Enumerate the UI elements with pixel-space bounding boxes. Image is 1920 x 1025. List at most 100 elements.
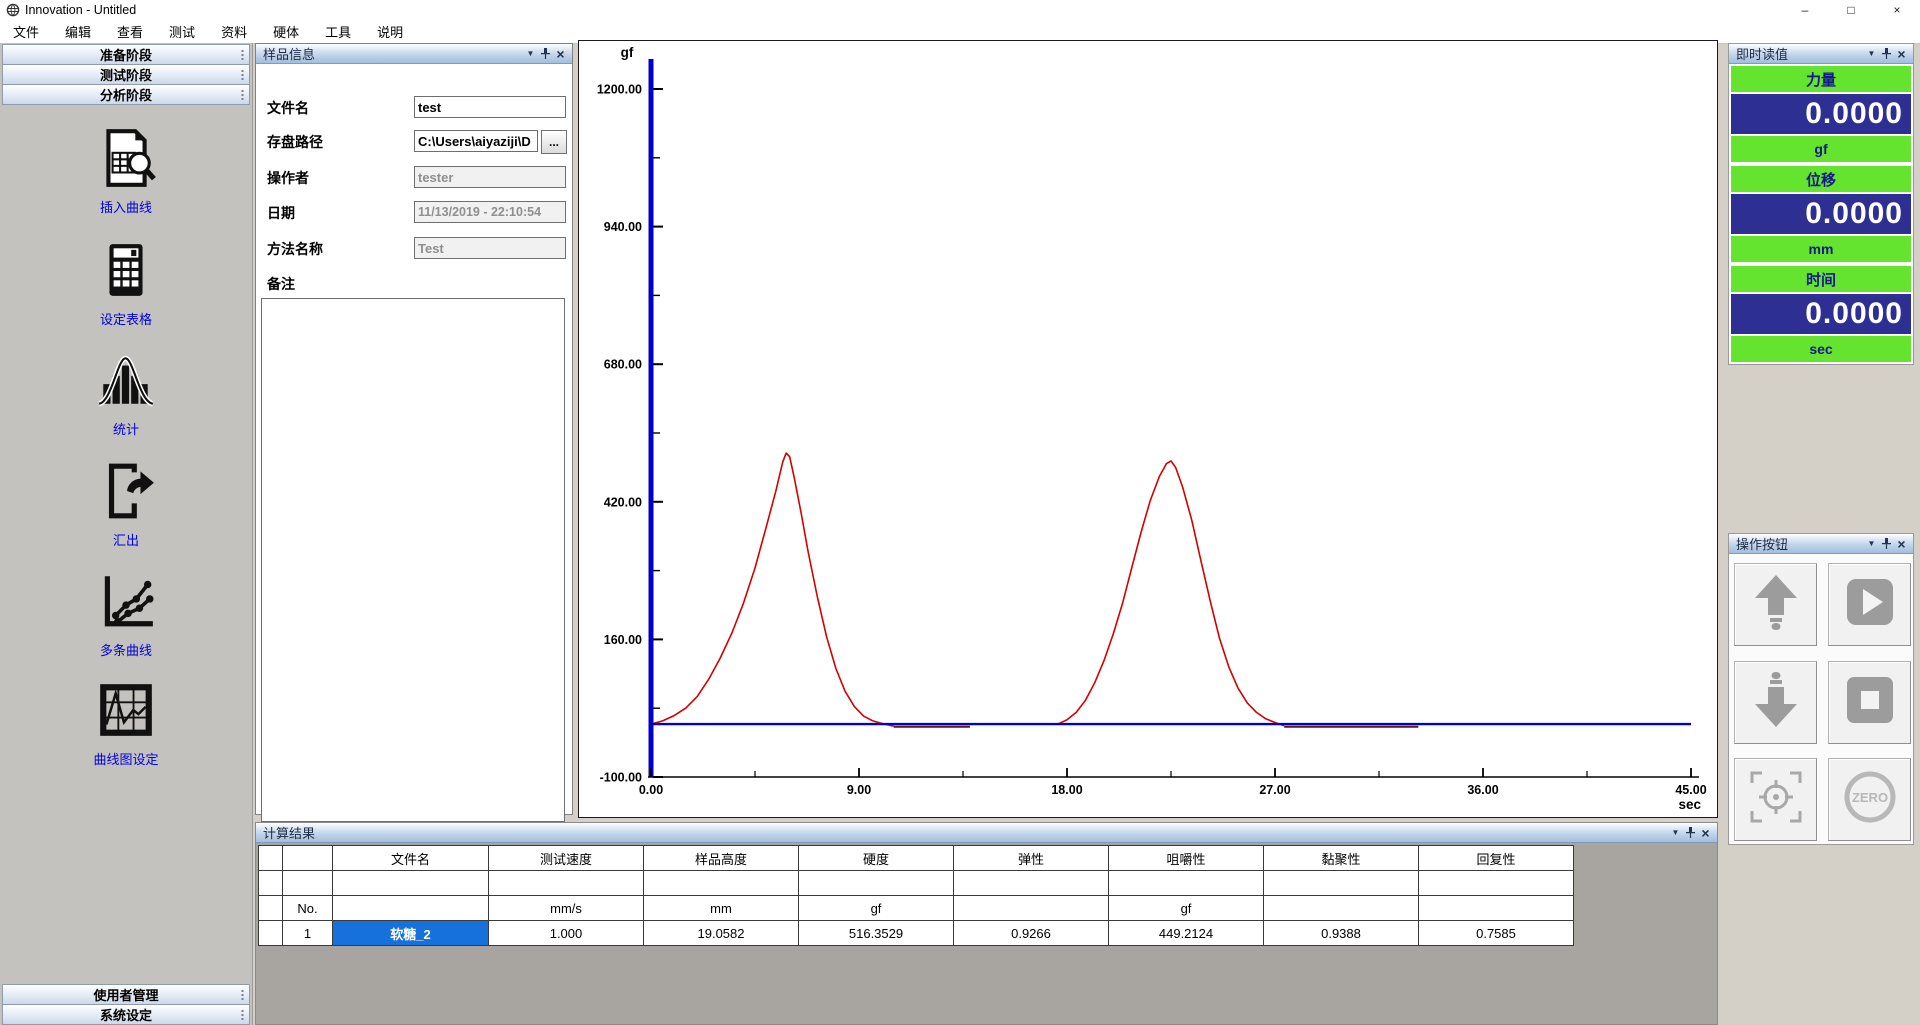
tool-insert-curve[interactable]: 插入曲线	[0, 127, 252, 216]
close-icon[interactable]: ×	[1698, 823, 1713, 842]
filename-cell-selected[interactable]: 软糖_2	[333, 921, 489, 946]
svg-text:940.00: 940.00	[604, 220, 642, 234]
grip-icon	[241, 49, 244, 60]
hardness-cell[interactable]: 516.3529	[799, 921, 954, 946]
collapse-icon[interactable]: ▼	[523, 44, 538, 63]
zero-icon: ZERO	[1838, 765, 1902, 834]
arrow-down-icon	[1744, 668, 1808, 737]
run-button[interactable]	[1828, 563, 1911, 646]
collapse-icon[interactable]: ▼	[1864, 534, 1879, 553]
displacement-unit: mm	[1731, 236, 1911, 262]
row-stub[interactable]	[259, 921, 283, 946]
displacement-value: 0.0000	[1731, 194, 1911, 234]
tool-label: 曲线图设定	[93, 749, 158, 768]
grip-icon	[241, 1009, 244, 1020]
sidebar-tab-test[interactable]: 测试阶段	[2, 64, 250, 85]
jog-up-button[interactable]	[1734, 563, 1817, 646]
svg-text:160.00: 160.00	[604, 633, 642, 647]
panel-title: 操作按钮	[1736, 534, 1788, 553]
play-icon	[1838, 570, 1902, 639]
date-input[interactable]	[414, 201, 566, 223]
panel-title: 计算结果	[263, 823, 315, 842]
menu-view[interactable]: 查看	[104, 20, 156, 43]
sidebar-tab-analyze[interactable]: 分析阶段	[2, 84, 250, 105]
close-icon[interactable]: ×	[553, 44, 568, 63]
note-textarea[interactable]	[261, 298, 565, 822]
operator-input[interactable]	[414, 166, 566, 188]
sidebar-tab-user-management[interactable]: 使用者管理	[2, 984, 250, 1005]
tool-export[interactable]: 汇出	[0, 460, 252, 549]
cohesiveness-cell[interactable]: 0.9388	[1264, 921, 1419, 946]
col-header-springiness: 弹性	[954, 846, 1109, 871]
svg-text:420.00: 420.00	[604, 495, 642, 509]
collapse-icon[interactable]: ▼	[1864, 44, 1879, 63]
tool-multi-curve[interactable]: 多条曲线	[0, 570, 252, 659]
col-header-cohesiveness: 黏聚性	[1264, 846, 1419, 871]
tool-label: 插入曲线	[100, 197, 152, 216]
units-row: No. mm/s mm gf gf	[259, 896, 1574, 921]
minimize-button[interactable]: –	[1782, 0, 1828, 20]
tool-chart-settings[interactable]: 曲线图设定	[0, 679, 252, 768]
tool-label: 设定表格	[100, 309, 152, 328]
jog-down-button[interactable]	[1734, 661, 1817, 744]
target-button[interactable]	[1734, 758, 1817, 841]
menu-test[interactable]: 测试	[156, 20, 208, 43]
filename-label: 文件名	[267, 98, 309, 118]
pin-icon[interactable]	[538, 44, 553, 63]
collapse-icon[interactable]: ▼	[1668, 823, 1683, 842]
force-label: 力量	[1731, 66, 1911, 92]
time-label: 时间	[1731, 266, 1911, 292]
stop-button[interactable]	[1828, 661, 1911, 744]
menu-data[interactable]: 资料	[208, 20, 260, 43]
path-input[interactable]	[414, 130, 538, 152]
menu-help[interactable]: 说明	[364, 20, 416, 43]
svg-text:27.00: 27.00	[1259, 783, 1290, 797]
statistics-icon	[95, 349, 157, 416]
filename-input[interactable]	[414, 96, 566, 118]
sample-height-cell[interactable]: 19.0582	[644, 921, 799, 946]
force-value: 0.0000	[1731, 94, 1911, 134]
menu-edit[interactable]: 编辑	[52, 20, 104, 43]
menu-hardware[interactable]: 硬体	[260, 20, 312, 43]
pin-icon[interactable]	[1879, 44, 1894, 63]
sidebar-tab-system-settings[interactable]: 系统设定	[2, 1004, 250, 1025]
chart-canvas: 1200.00940.00680.00420.00160.00-100.000.…	[579, 41, 1717, 817]
row-stub	[259, 846, 283, 871]
close-icon[interactable]: ×	[1894, 44, 1909, 63]
resilience-cell[interactable]: 0.7585	[1419, 921, 1574, 946]
calculator-icon	[95, 239, 157, 306]
col-header-resilience: 回复性	[1419, 846, 1574, 871]
svg-text:36.00: 36.00	[1467, 783, 1498, 797]
displacement-label: 位移	[1731, 166, 1911, 192]
stop-icon	[1838, 668, 1902, 737]
browse-button[interactable]: ...	[541, 130, 567, 154]
sample-info-panel: 样品信息 ▼ × 文件名 存盘路径 ... 操作者 日期 方法名称 备注	[255, 43, 573, 815]
pin-icon[interactable]	[1879, 534, 1894, 553]
springiness-cell[interactable]: 0.9266	[954, 921, 1109, 946]
test-speed-cell[interactable]: 1.000	[489, 921, 644, 946]
chewiness-cell[interactable]: 449.2124	[1109, 921, 1264, 946]
sidebar-tab-prepare[interactable]: 准备阶段	[2, 44, 250, 65]
live-readout-header: 即时读值 ▼ ×	[1729, 44, 1913, 64]
zero-button[interactable]: ZERO	[1828, 758, 1911, 841]
col-header-sample-height: 样品高度	[644, 846, 799, 871]
menu-tools[interactable]: 工具	[312, 20, 364, 43]
no-header: No.	[283, 896, 333, 921]
panel-title: 即时读值	[1736, 44, 1788, 63]
time-unit: sec	[1731, 336, 1911, 362]
row-number-cell[interactable]: 1	[283, 921, 333, 946]
menu-file[interactable]: 文件	[0, 20, 52, 43]
pin-icon[interactable]	[1683, 823, 1698, 842]
maximize-button[interactable]: □	[1828, 0, 1874, 20]
close-icon[interactable]: ×	[1894, 534, 1909, 553]
control-buttons-header: 操作按钮 ▼ ×	[1729, 534, 1913, 554]
tool-table-setup[interactable]: 设定表格	[0, 239, 252, 328]
tool-statistics[interactable]: 统计	[0, 349, 252, 438]
sidebar: 准备阶段 测试阶段 分析阶段 插入曲线 设定表格 统计 汇出 多条曲线	[0, 43, 253, 1025]
grip-icon	[241, 69, 244, 80]
method-label: 方法名称	[267, 239, 323, 259]
close-button[interactable]: ×	[1874, 0, 1920, 20]
col-header-filename: 文件名	[333, 846, 489, 871]
force-time-chart: 1200.00940.00680.00420.00160.00-100.000.…	[578, 40, 1718, 818]
method-input[interactable]	[414, 237, 566, 259]
